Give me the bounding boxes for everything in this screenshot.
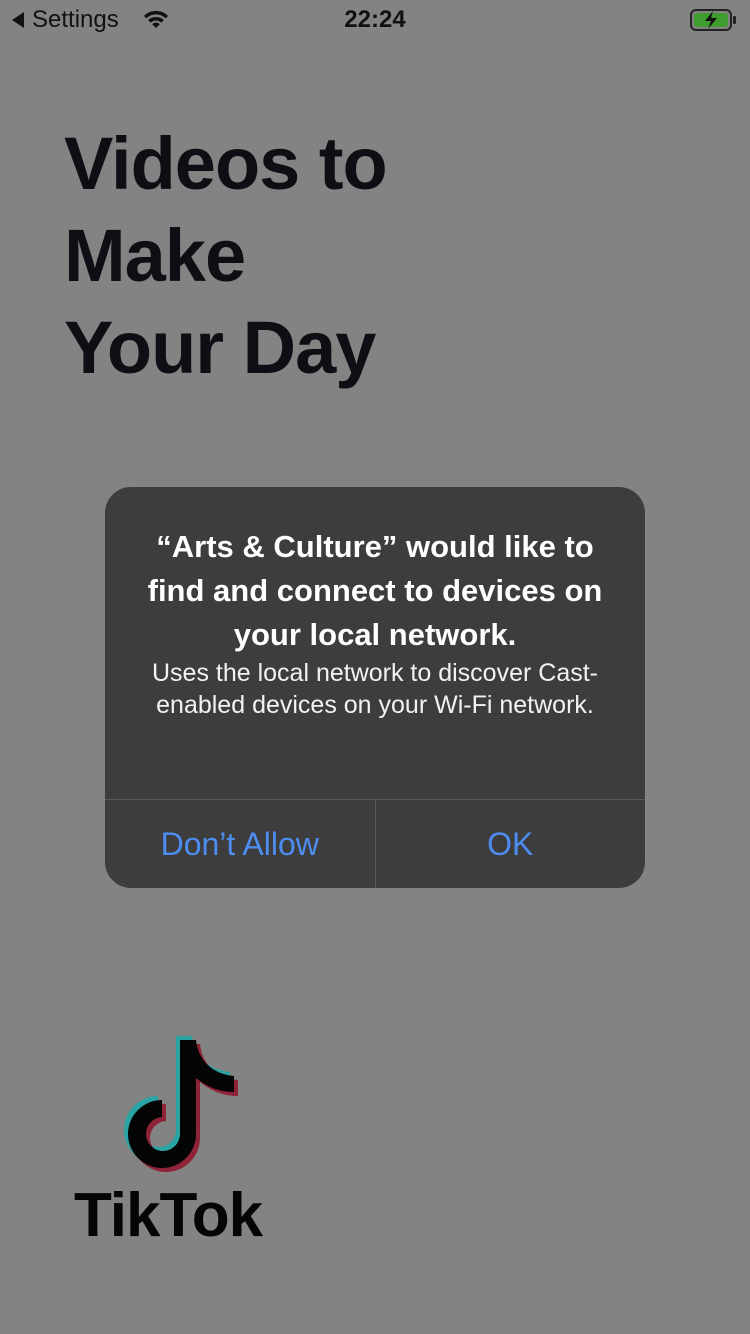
alert-message: Uses the local network to discover Cast-…	[151, 659, 598, 719]
local-network-permission-alert: “Arts & Culture” would like to find and …	[105, 487, 645, 888]
tiktok-wordmark: TikTok	[74, 1181, 263, 1250]
battery-charging-icon	[690, 9, 736, 31]
alert-actions: Don’t Allow OK	[105, 799, 645, 888]
headline: Videos to Make Your Day	[64, 118, 684, 394]
status-bar: Settings 22:24	[0, 0, 750, 40]
alert-title: “Arts & Culture” would like to find and …	[147, 529, 603, 652]
headline-line: Make	[64, 214, 246, 297]
tiktok-note-icon	[124, 1036, 238, 1172]
ok-button[interactable]: OK	[374, 800, 646, 888]
alert-body: “Arts & Culture” would like to find and …	[105, 487, 645, 799]
status-time: 22:24	[344, 6, 406, 33]
headline-line: Your Day	[64, 306, 376, 389]
app-screen: Settings 22:24 Videos to Make Your Day “…	[0, 0, 750, 1334]
headline-line: Videos to	[64, 122, 388, 205]
dont-allow-button[interactable]: Don’t Allow	[105, 800, 375, 888]
